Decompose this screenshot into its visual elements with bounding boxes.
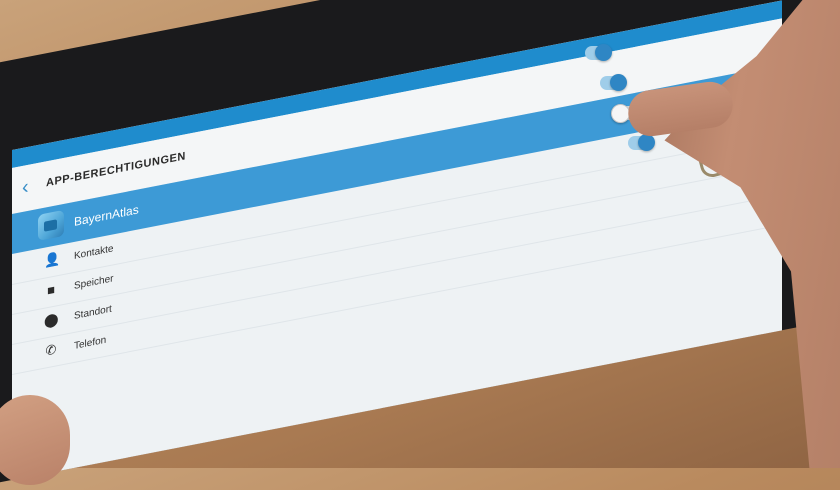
permission-label: Kontakte [74,243,114,262]
permission-label: Telefon [74,334,107,352]
toggle-knob [610,74,627,91]
folder-icon: ■ [47,281,55,299]
contacts-icon: 👤 [44,250,61,269]
toggle-telefon[interactable] [628,134,655,151]
toggle-knob [638,134,655,151]
tablet: ‹ APP-BERECHTIGUNGEN BayernAtlas 👤 Konta… [0,0,840,490]
location-pin-icon: ⬤ [44,310,59,329]
toggle-knob [595,44,612,61]
left-hand [0,395,70,485]
phone-icon: ✆ [45,341,57,359]
toggle-kontakte[interactable] [585,44,612,61]
bayernatlas-app-icon [38,209,64,241]
toggle-speicher[interactable] [600,74,627,91]
back-arrow-icon[interactable]: ‹ [22,176,29,199]
toggle-knob [611,104,630,123]
app-name: BayernAtlas [74,202,139,229]
permission-label: Speicher [74,273,114,292]
permission-label: Standort [74,303,112,322]
